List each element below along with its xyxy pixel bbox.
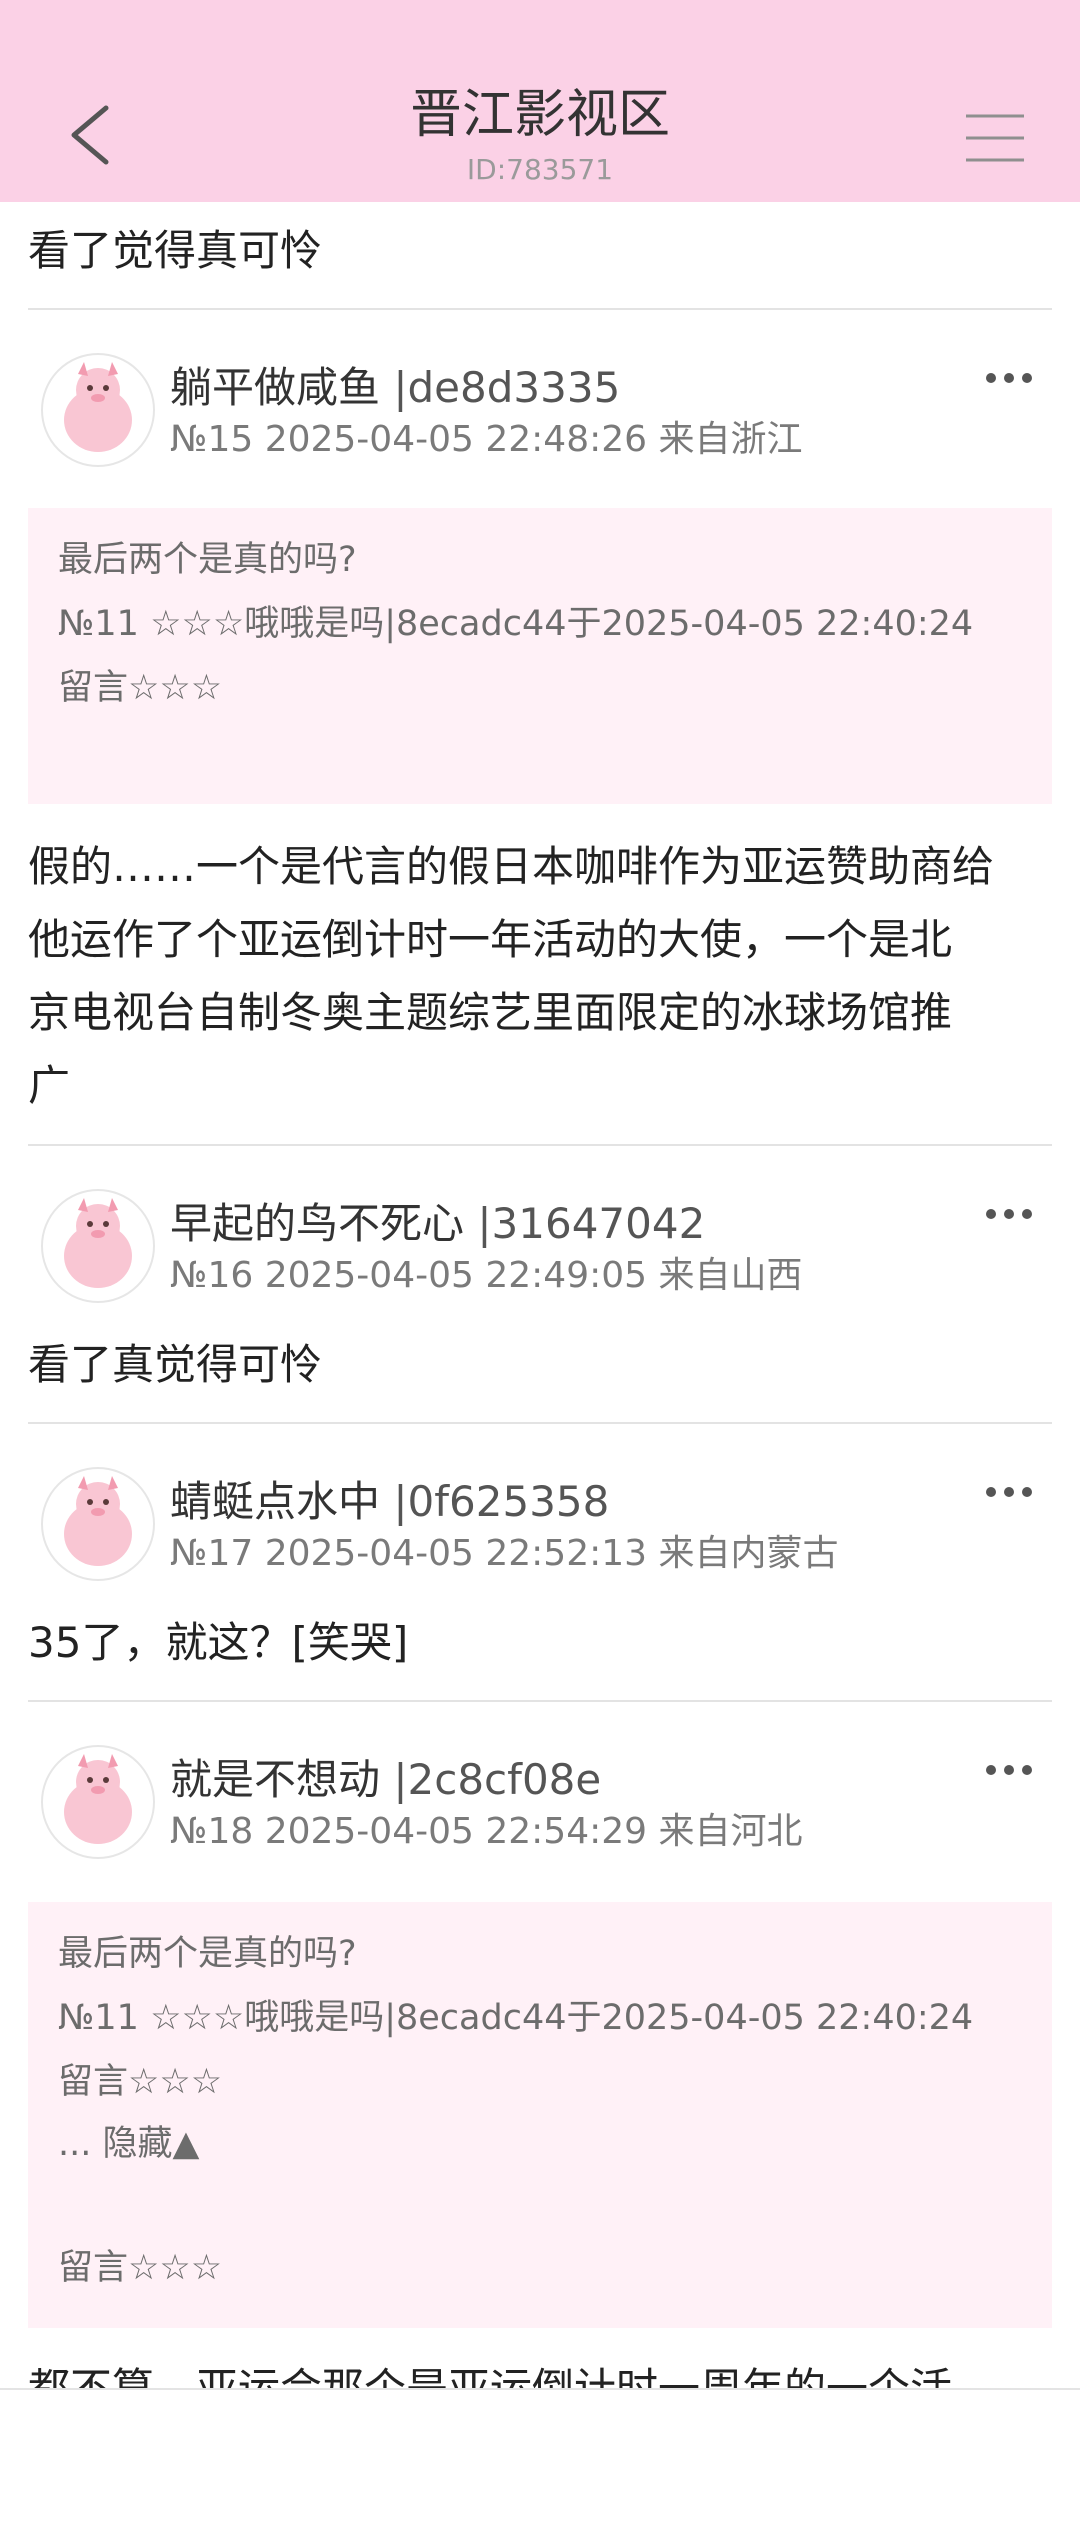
- hide-quote-toggle[interactable]: ... 隐藏▲: [58, 2120, 199, 2168]
- quote-text: 留言☆☆☆: [58, 668, 223, 708]
- reply-text-line: 他运作了个亚运倒计时一年活动的大使，一个是北: [28, 915, 953, 964]
- username: 躺平做咸鱼: [170, 363, 381, 412]
- post-meta: №16 2025-04-05 22:49:05 来自山西: [170, 1255, 803, 1296]
- divider: [28, 1144, 1052, 1146]
- quote-reference: №11 ☆☆☆哦哦是吗|8ecadc44于2025-04-05 22:40:24: [58, 604, 974, 644]
- user-id: |0f625358: [393, 1477, 610, 1526]
- username: 蜻蜓点水中: [170, 1477, 381, 1526]
- username: 早起的鸟不死心: [170, 1199, 465, 1248]
- reply-text-line: 广: [28, 1061, 71, 1110]
- hamburger-menu-icon[interactable]: [964, 112, 1026, 164]
- more-dots-icon[interactable]: [984, 1204, 1034, 1224]
- user-avatar[interactable]: [40, 1188, 156, 1304]
- quote-text: 最后两个是真的吗?: [58, 1934, 357, 1974]
- reply-text-line: 京电视台自制冬奥主题综艺里面限定的冰球场馆推: [28, 988, 953, 1037]
- quote-block[interactable]: 最后两个是真的吗? №11 ☆☆☆哦哦是吗|8ecadc44于2025-04-0…: [28, 1902, 1052, 2328]
- user-avatar[interactable]: [40, 1744, 156, 1860]
- more-dots-icon[interactable]: [984, 1482, 1034, 1502]
- post-author[interactable]: 早起的鸟不死心 |31647042: [170, 1196, 705, 1252]
- post-meta: №17 2025-04-05 22:52:13 来自内蒙古: [170, 1533, 839, 1574]
- reply-text: 看了觉得真可怜: [28, 226, 323, 275]
- quote-text: 留言☆☆☆: [58, 2062, 223, 2102]
- post-author[interactable]: 蜻蜓点水中 |0f625358: [170, 1474, 609, 1530]
- user-id: |2c8cf08e: [393, 1755, 602, 1804]
- post-author[interactable]: 躺平做咸鱼 |de8d3335: [170, 360, 620, 416]
- quote-block[interactable]: 最后两个是真的吗? №11 ☆☆☆哦哦是吗|8ecadc44于2025-04-0…: [28, 508, 1052, 804]
- user-id: |de8d3335: [393, 363, 621, 412]
- username: 就是不想动: [170, 1755, 381, 1804]
- post-meta: №15 2025-04-05 22:48:26 来自浙江: [170, 419, 803, 460]
- more-dots-icon[interactable]: [984, 1760, 1034, 1780]
- post-author[interactable]: 就是不想动 |2c8cf08e: [170, 1752, 601, 1808]
- bottom-bar: [0, 2388, 1080, 2522]
- reply-text: 看了真觉得可怜: [28, 1340, 323, 1389]
- reply-list: 看了觉得真可怜 躺平做咸鱼 |de8d3335 №15 2025-04-05 2…: [0, 202, 1080, 2388]
- divider: [28, 308, 1052, 310]
- board-id: ID:783571: [466, 153, 614, 186]
- user-avatar[interactable]: [40, 1466, 156, 1582]
- post-meta: №18 2025-04-05 22:54:29 来自河北: [170, 1811, 803, 1852]
- user-avatar[interactable]: [40, 352, 156, 468]
- page-title: 晋江影视区: [409, 85, 670, 145]
- reply-text-line: 都不算，亚运会那个是亚运倒计时一周年的一个活: [28, 2352, 1052, 2388]
- quote-text: 最后两个是真的吗?: [58, 540, 357, 580]
- more-dots-icon[interactable]: [984, 368, 1034, 388]
- divider: [28, 1700, 1052, 1702]
- divider: [28, 1422, 1052, 1424]
- quote-text: 留言☆☆☆: [58, 2248, 223, 2288]
- quote-reference: №11 ☆☆☆哦哦是吗|8ecadc44于2025-04-05 22:40:24: [58, 1998, 974, 2038]
- reply-text-line: 假的……一个是代言的假日本咖啡作为亚运赞助商给: [28, 842, 995, 891]
- reply-text: 35了，就这？[笑哭]: [28, 1618, 409, 1667]
- user-id: |31647042: [477, 1199, 706, 1248]
- top-app-bar: 晋江影视区 ID:783571: [0, 0, 1080, 202]
